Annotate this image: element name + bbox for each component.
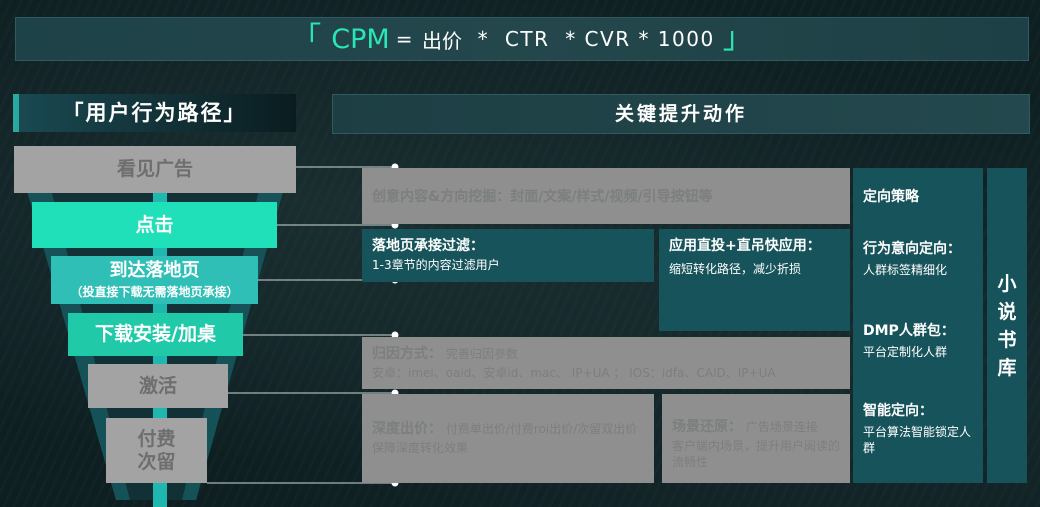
targeting-dmp: DMP人群包： 平台定制化人群 [863,320,977,360]
app-direct-desc: 缩短转化路径，减少折损 [669,261,802,276]
stage-landing-page: 到达落地页 （投直接下载无需落地页承接） [51,256,258,304]
app-direct-title: 应用直投+直吊快应用： [669,238,821,254]
landing-filter-desc: 1-3章节的内容过滤用户 [372,257,500,272]
targeting-smart: 智能定向： 平台算法智能锁定人群 [863,400,977,456]
deep-bid-title-tail: 付费单出价/付费roi出价/次留双出价 [445,422,638,436]
targeting-strategy-panel: 定向策略 行为意向定向： 人群标签精细化 DMP人群包： 平台定制化人群 智能定… [853,168,983,483]
targeting-behavior-title: 行为意向定向： [863,241,961,257]
stage-retention-label: 次留 [137,450,176,473]
stage-landing-label: 到达落地页 [109,259,200,281]
targeting-smart-desc: 平台算法智能锁定人群 [863,425,972,456]
scene-restore-title-tail: 广告场景连接 [745,420,818,434]
novel-library-char-4: 库 [997,356,1017,379]
stage-download-label: 下载安装/加桌 [95,323,216,346]
stage-landing-sub: （投直接下载无需落地页承接） [70,285,239,300]
novel-library-char-3: 书 [997,328,1017,351]
stage-pay-retention: 付费 次留 [106,418,207,483]
stage-click-label: 点击 [135,213,174,236]
targeting-dmp-title: DMP人群包： [863,323,955,339]
landing-filter-box: 落地页承接过滤： 1-3章节的内容过滤用户 [362,229,654,282]
app-direct-box: 应用直投+直吊快应用： 缩短转化路径，减少折损 [659,229,850,331]
attribution-desc: 安卓：imei、oaid、安卓id、mac、 IP+UA ； IOS：idfa、… [372,365,776,380]
deep-bid-title: 深度出价： [372,421,442,437]
attribution-box: 归因方式： 完善归因参数 安卓：imei、oaid、安卓id、mac、 IP+U… [362,337,850,389]
scene-restore-title: 场景还原： [672,419,742,435]
scene-restore-box: 场景还原： 广告场景连接 客户端内场景，提升用户阅读的流畅性 [662,394,850,483]
creative-title: 创意内容&方向挖掘：封面/文案/样式/视频/引导按钮等 [372,189,713,205]
creative-box: 创意内容&方向挖掘：封面/文案/样式/视频/引导按钮等 [362,168,850,224]
targeting-dmp-desc: 平台定制化人群 [863,345,948,359]
novel-library-panel: 小 说 书 库 [987,168,1027,483]
stage-click: 点击 [32,202,277,248]
stage-pay-label: 付费 [137,427,176,450]
stage-activate-label: 激活 [138,374,177,397]
landing-filter-title: 落地页承接过滤： [372,238,484,254]
deep-bid-desc: 保障深度转化效果 [372,440,469,455]
stage-see-ad: 看见广告 [14,146,296,193]
novel-library-char-2: 说 [997,300,1017,323]
stage-see-ad-label: 看见广告 [116,158,193,181]
novel-library-char-1: 小 [997,272,1017,295]
targeting-behavior: 行为意向定向： 人群标签精细化 [863,238,977,278]
scene-restore-desc: 客户端内场景，提升用户阅读的流畅性 [672,438,841,470]
attribution-title-tail: 完善归因参数 [445,347,518,361]
deep-bid-box: 深度出价： 付费单出价/付费roi出价/次留双出价 保障深度转化效果 [362,394,654,483]
targeting-title: 定向策略 [863,189,919,205]
stage-download-install: 下载安装/加桌 [68,313,243,356]
targeting-behavior-desc: 人群标签精细化 [863,263,948,277]
stage-activate: 激活 [88,364,228,408]
attribution-title: 归因方式： [372,346,442,362]
targeting-smart-title: 智能定向： [863,403,933,419]
